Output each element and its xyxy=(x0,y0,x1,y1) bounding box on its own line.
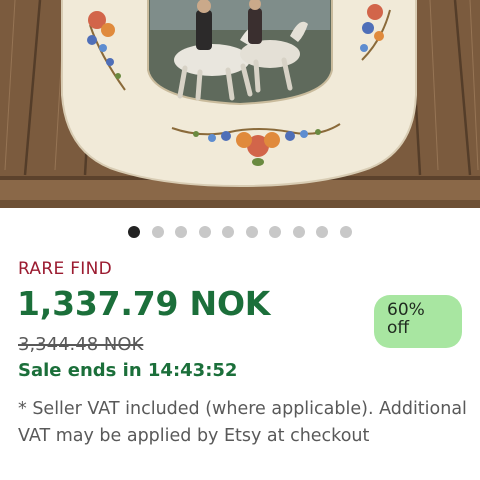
discount-percent: 60% xyxy=(387,300,425,320)
gallery-dot-1[interactable] xyxy=(128,226,141,238)
gallery-dot-7[interactable] xyxy=(269,226,282,238)
vat-note: * Seller VAT included (where applicable)… xyxy=(18,399,467,446)
plate-photo xyxy=(0,0,480,208)
product-image[interactable] xyxy=(0,0,480,208)
sale-countdown: Sale ends in 14:43:52 xyxy=(18,360,238,381)
gallery-dot-2[interactable] xyxy=(151,226,164,238)
discount-badge: 60% off xyxy=(374,295,462,348)
gallery-dot-4[interactable] xyxy=(198,226,211,238)
gallery-pagination xyxy=(0,226,480,240)
rare-find-label: RARE FIND xyxy=(18,259,113,279)
gallery-dot-6[interactable] xyxy=(245,226,258,238)
gallery-dot-9[interactable] xyxy=(316,226,329,238)
gallery-dot-5[interactable] xyxy=(222,226,235,238)
gallery-dot-8[interactable] xyxy=(292,226,305,238)
discount-off: off xyxy=(387,318,410,338)
current-price: 1,337.79 NOK xyxy=(17,284,271,323)
gallery-dot-10[interactable] xyxy=(339,226,352,238)
original-price: 3,344.48 NOK xyxy=(18,334,144,355)
gallery-dot-3[interactable] xyxy=(175,226,188,238)
